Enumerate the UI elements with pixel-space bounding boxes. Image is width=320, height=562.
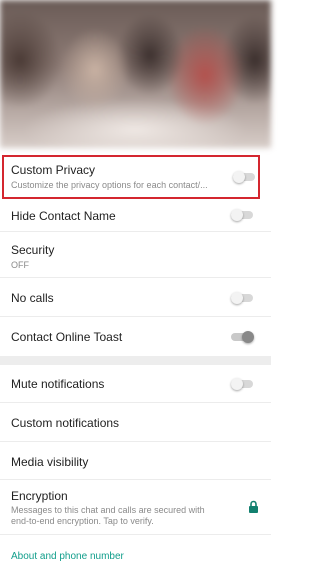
about-and-phone-link[interactable]: About and phone number [11, 551, 124, 562]
hide-contact-name-row[interactable]: Hide Contact Name [0, 200, 271, 232]
custom-notifications-row[interactable]: Custom notifications [0, 403, 271, 442]
contact-profile-photo [0, 0, 271, 148]
toggle-thumb [242, 331, 254, 343]
toggle-thumb [231, 378, 243, 390]
security-status: OFF [11, 260, 29, 270]
hide-contact-name-title: Hide Contact Name [11, 209, 116, 223]
no-calls-title: No calls [11, 291, 54, 305]
toggle-thumb [231, 209, 243, 221]
encryption-subtitle-line1: Messages to this chat and calls are secu… [11, 505, 205, 515]
security-title: Security [11, 243, 55, 257]
mute-notifications-toggle[interactable] [231, 378, 253, 390]
contact-online-toast-row[interactable]: Contact Online Toast [0, 317, 271, 355]
contact-online-toast-toggle[interactable] [231, 331, 254, 343]
media-visibility-row[interactable]: Media visibility [0, 442, 271, 480]
mute-notifications-row[interactable]: Mute notifications [0, 365, 271, 403]
mute-notifications-title: Mute notifications [11, 377, 105, 391]
section-divider [0, 356, 271, 365]
contact-online-toast-title: Contact Online Toast [11, 330, 123, 344]
encryption-subtitle-line2: end-to-end encryption. Tap to verify. [11, 516, 154, 526]
hide-contact-name-toggle[interactable] [231, 209, 253, 221]
security-row[interactable]: Security OFF [0, 232, 271, 278]
media-visibility-title: Media visibility [11, 455, 89, 469]
no-calls-toggle[interactable] [231, 292, 253, 304]
custom-notifications-title: Custom notifications [11, 416, 120, 430]
no-calls-row[interactable]: No calls [0, 278, 271, 317]
encryption-title: Encryption [11, 489, 68, 503]
highlight-box [2, 155, 260, 199]
divider [0, 534, 271, 535]
lock-icon [249, 500, 258, 513]
encryption-row[interactable]: Encryption Messages to this chat and cal… [0, 480, 271, 535]
toggle-thumb [231, 292, 243, 304]
